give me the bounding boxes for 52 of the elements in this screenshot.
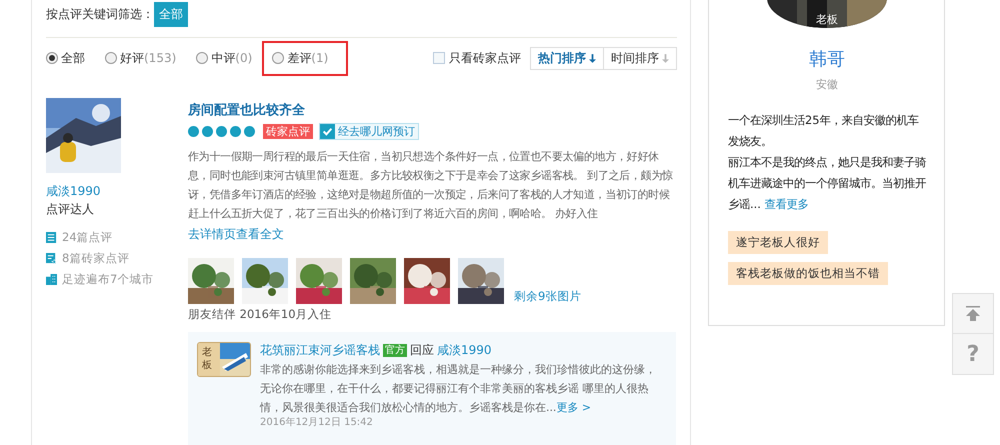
down-arrow-icon [589, 54, 596, 62]
booking-badge: 经去哪儿网预订 [319, 123, 419, 140]
filter-option[interactable]: 差评 [287, 50, 312, 66]
keyword-tag[interactable]: 全部 [154, 2, 188, 26]
reply-verb: 回应 [410, 342, 434, 359]
host-bio: 丽江本不是我的终点，她只是我和妻子骑机车进藏途中的一个停留城市。当初推开乡谣... 查看更多 [728, 154, 926, 213]
review-text: 作为十一假期一周行程的最后一天住宿，当初只想选个条件好一点，位置也不要太偏的地方，好好休息，同时也能到束河古镇里简单逛逛。多方比较权衡之下于是幸会了这家乡谣客栈。 到了之后，颇为惊讶，凭借多年订酒店的经验，这绝对是物超所值的一次预定，后来问了客栈的人才知道，当初订的时候赶上什么五折大促了，花了三百出头的价格订到了将近六百的房间，啊哈哈。 办好入住 [188, 149, 674, 222]
building-icon [46, 274, 57, 285]
full-review-link[interactable]: 去详情页查看全文 [188, 226, 676, 243]
help-button[interactable]: ? [952, 334, 994, 375]
review-title[interactable]: 房间配置也比较齐全 [188, 101, 676, 119]
review-count: (1) [311, 51, 328, 65]
checkbox-label[interactable]: 只看砖家点评 [449, 50, 521, 66]
radio-button[interactable] [105, 52, 117, 64]
user-stat: 足迹遍布7个城市 [62, 272, 154, 287]
host-region: 安徽 [816, 77, 838, 92]
radio-button[interactable] [46, 52, 58, 64]
expert-badge: 砖家点评 [263, 124, 313, 139]
user-stat: 8篇砖家点评 [62, 251, 130, 266]
review-count: (0) [235, 51, 252, 65]
filter-option[interactable]: 好评 [120, 50, 144, 66]
checkbox[interactable] [433, 52, 445, 64]
down-arrow-icon [662, 54, 669, 62]
owner-label: 老板 [816, 12, 838, 27]
radio-button[interactable] [196, 52, 208, 64]
stay-info: 朋友结伴 2016年10月入住 [188, 307, 333, 322]
host-name: 韩哥 [809, 48, 845, 71]
filter-option[interactable]: 中评 [211, 50, 236, 66]
reply-date: 2016年12月12日 15:42 [260, 417, 374, 429]
filter-option[interactable]: 全部 [61, 50, 85, 66]
user-title: 点评达人 [46, 201, 94, 218]
arrow-up-icon [965, 306, 981, 322]
impression-tag: 遂宁老板人很好 [728, 231, 828, 254]
sort-button[interactable]: 热门排序 [530, 46, 604, 70]
host-bio: 一个在深圳生活25年，来自安徽的机车发烧友。 [728, 112, 920, 150]
see-more-link[interactable]: 查看更多 [764, 197, 808, 211]
official-badge: 官方 [383, 344, 407, 357]
sort-button[interactable]: 时间排序 [604, 46, 677, 70]
review-count: (153) [144, 51, 176, 65]
hotel-name[interactable]: 花筑丽江束河乡谣客栈 [260, 342, 380, 359]
back-to-top-button[interactable] [952, 293, 994, 334]
user-stat: 24篇点评 [62, 230, 113, 245]
user-name[interactable]: 咸淡1990 [437, 342, 492, 359]
owner-label: 老板 [198, 343, 220, 376]
more-photos-link[interactable]: 剩余9张图片 [514, 289, 582, 304]
reply-text: 非常的感谢你能选择来到乡谣客栈，相遇就是一种缘分，我们珍惜彼此的这份缘，无论你在哪里，在干什么，都要记得丽江有个非常美丽的客栈乡谣 哪里的人很热情，风景很美很适合我们放松心情的地方。乡谣客栈是你在...更多 > [260, 362, 657, 416]
more-link[interactable]: 更多 > [556, 401, 591, 414]
filter-label: 按点评关键词筛选： [46, 6, 154, 22]
impression-tag: 客栈老板做的饭也相当不错 [728, 262, 888, 285]
list-icon [46, 232, 57, 243]
radio-button[interactable] [272, 52, 284, 64]
user-name[interactable]: 咸淡1990 [46, 183, 101, 200]
